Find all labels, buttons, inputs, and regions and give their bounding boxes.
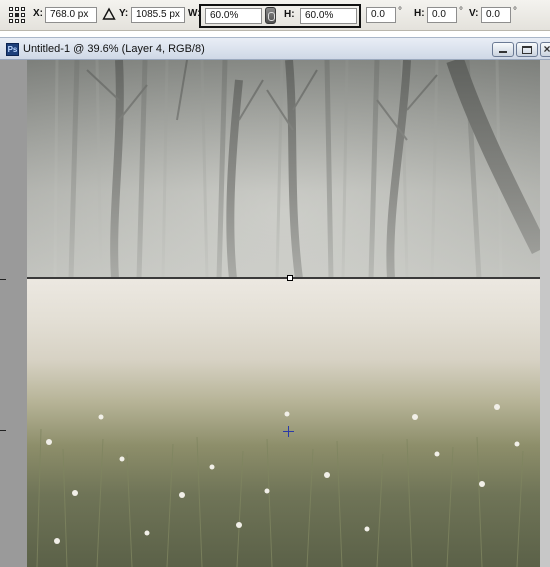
document-title-bar[interactable]: Ps Untitled-1 @ 39.6% (Layer 4, RGB/8) × xyxy=(0,37,550,60)
delta-angle-icon[interactable] xyxy=(102,7,116,21)
close-button[interactable]: × xyxy=(540,42,550,57)
meadow-photo-layer xyxy=(27,279,540,567)
transform-options-bar: X: 768.0 px Y: 1085.5 px W: 60.0% H: 60.… xyxy=(0,0,550,31)
horizontal-skew-field[interactable]: 0.0 xyxy=(427,7,457,23)
canvas-area xyxy=(0,60,550,567)
h-label: H: xyxy=(284,9,295,20)
maximize-icon xyxy=(522,46,532,54)
vskew-degree-symbol: ° xyxy=(513,6,517,17)
minimize-button[interactable] xyxy=(492,42,514,57)
forest-photo-layer xyxy=(27,60,540,279)
rotation-field[interactable]: 0.0 xyxy=(366,7,396,23)
close-icon: × xyxy=(543,42,550,56)
move-crosshair-icon[interactable] xyxy=(283,426,294,437)
x-label: X: xyxy=(33,8,43,19)
transform-bounding-line xyxy=(27,277,540,279)
photoshop-screen: X: 768.0 px Y: 1085.5 px W: 60.0% H: 60.… xyxy=(0,0,550,567)
width-scale-field[interactable]: 60.0% xyxy=(205,8,262,24)
vskew-label: V: xyxy=(469,8,479,19)
rotation-degree-symbol: ° xyxy=(398,6,402,17)
ruler-tick xyxy=(0,279,6,280)
y-label: Y: xyxy=(119,8,129,19)
x-position-field[interactable]: 768.0 px xyxy=(45,7,97,23)
y-position-field[interactable]: 1085.5 px xyxy=(131,7,185,23)
transform-handle-top[interactable] xyxy=(287,275,293,281)
meadow-texture xyxy=(36,404,524,567)
photoshop-icon: Ps xyxy=(6,43,19,56)
hskew-degree-symbol: ° xyxy=(459,6,463,17)
document-canvas[interactable] xyxy=(27,60,540,567)
hskew-label: H: xyxy=(414,8,425,19)
ruler-tick xyxy=(0,430,6,431)
vertical-skew-field[interactable]: 0.0 xyxy=(481,7,511,23)
height-scale-field[interactable]: 60.0% xyxy=(300,8,357,24)
left-ruler xyxy=(0,60,27,567)
right-scroll-edge[interactable] xyxy=(540,60,550,567)
maximize-button[interactable] xyxy=(516,42,538,57)
document-title: Untitled-1 @ 39.6% (Layer 4, RGB/8) xyxy=(23,43,205,55)
minimize-icon xyxy=(499,51,507,53)
link-chain-icon[interactable] xyxy=(265,7,276,24)
reference-point-icon[interactable] xyxy=(9,7,26,24)
